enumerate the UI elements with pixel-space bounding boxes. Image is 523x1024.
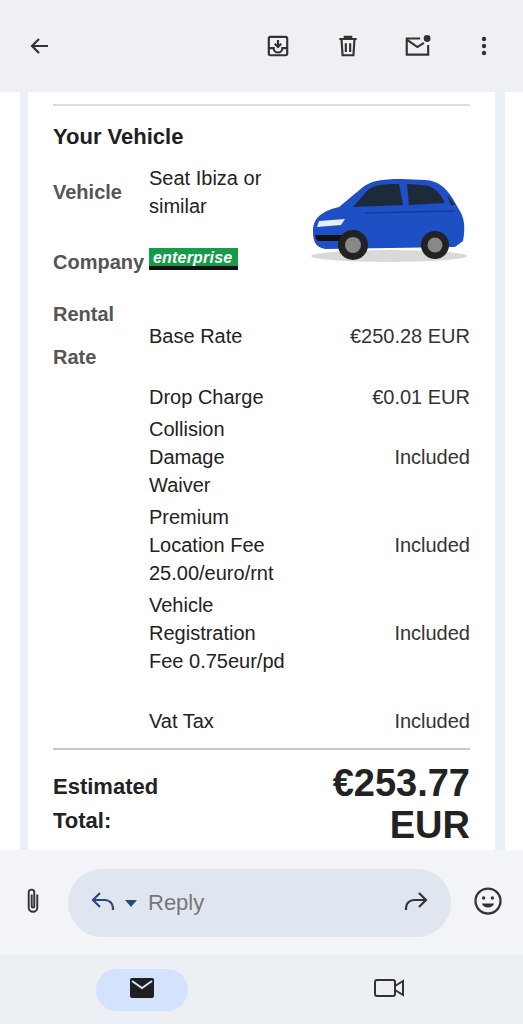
car-image [305, 165, 470, 265]
charge-row: Vehicle Registration Fee 0.75eur/pd Inclu… [149, 591, 470, 675]
dropdown-caret-icon[interactable] [124, 894, 138, 912]
charge-amount: Included [394, 707, 470, 735]
charge-amount: Included [394, 619, 470, 647]
more-options-icon[interactable] [472, 22, 496, 70]
reply-arrow-icon[interactable] [90, 890, 116, 916]
charge-name: Vehicle Registration Fee 0.75eur/pd [149, 591, 291, 675]
nav-pill[interactable] [343, 969, 435, 1011]
email-body: Your Vehicle Vehicle Seat Ibiza or simil… [0, 92, 523, 850]
charge-amount: Included [394, 531, 470, 559]
emoji-icon[interactable] [473, 886, 503, 920]
mail-icon[interactable] [129, 977, 155, 1003]
reply-placeholder[interactable]: Reply [148, 890, 204, 916]
nav-pill[interactable] [96, 969, 188, 1011]
charge-name: Vat Tax [149, 707, 291, 735]
charge-row: Drop Charge €0.01 EUR [149, 383, 470, 411]
reply-field[interactable]: Reply [68, 869, 451, 937]
charge-name: Drop Charge [149, 383, 291, 411]
forward-arrow-icon[interactable] [403, 890, 429, 916]
section-title: Your Vehicle [53, 122, 470, 152]
bottom-nav [0, 955, 523, 1024]
total-row: Estimated Total: €253.77 EUR [53, 762, 470, 846]
charge-name: Collision Damage Waiver [149, 415, 291, 499]
back-arrow-icon[interactable] [28, 22, 52, 70]
charge-row: Collision Damage Waiver Included [149, 415, 470, 499]
charge-row: Vat Tax Included [149, 707, 470, 735]
quote-strip: Your Vehicle Vehicle Seat Ibiza or simil… [20, 92, 505, 850]
total-amount: €253.77 EUR [280, 762, 470, 846]
reply-area: Reply [0, 850, 523, 955]
vehicle-grid: Vehicle Seat Ibiza or similar [53, 164, 470, 276]
rate-grid: Rental Rate Base Rate €250.28 EUR Drop Cha… [53, 293, 470, 735]
total-divider [53, 748, 470, 750]
vehicle-value: Seat Ibiza or similar [149, 164, 305, 220]
top-divider [53, 104, 470, 106]
total-label: Estimated Total: [53, 762, 183, 838]
video-camera-icon[interactable] [373, 976, 405, 1004]
vehicle-card: Your Vehicle Vehicle Seat Ibiza or simil… [28, 92, 495, 850]
enterprise-logo: enterprise [149, 248, 238, 270]
charge-name: Premium Location Fee 25.00/euro/rnt [149, 503, 291, 587]
charges-list: Base Rate €250.28 EUR Drop Charge €0.01 EUR… [149, 293, 470, 735]
charge-amount: Included [394, 443, 470, 471]
trash-icon[interactable] [324, 22, 372, 70]
company-label: Company [53, 248, 149, 276]
nav-item[interactable] [266, 969, 514, 1011]
charge-row: Base Rate €250.28 EUR [149, 322, 470, 350]
archive-icon[interactable] [254, 22, 302, 70]
mark-unread-icon[interactable] [394, 22, 442, 70]
charge-amount: €250.28 EUR [350, 322, 470, 350]
company-logo: enterprise [149, 248, 238, 270]
vehicle-label: Vehicle [53, 181, 149, 204]
charge-row: Premium Location Fee 25.00/euro/rnt Inclu… [149, 503, 470, 587]
top-bar [0, 0, 523, 92]
charge-amount: €0.01 EUR [372, 383, 470, 411]
charge-name: Base Rate [149, 322, 291, 350]
attachment-icon[interactable] [20, 886, 46, 920]
rental-rate-label: Rental Rate [53, 293, 133, 735]
nav-item[interactable] [18, 969, 266, 1011]
